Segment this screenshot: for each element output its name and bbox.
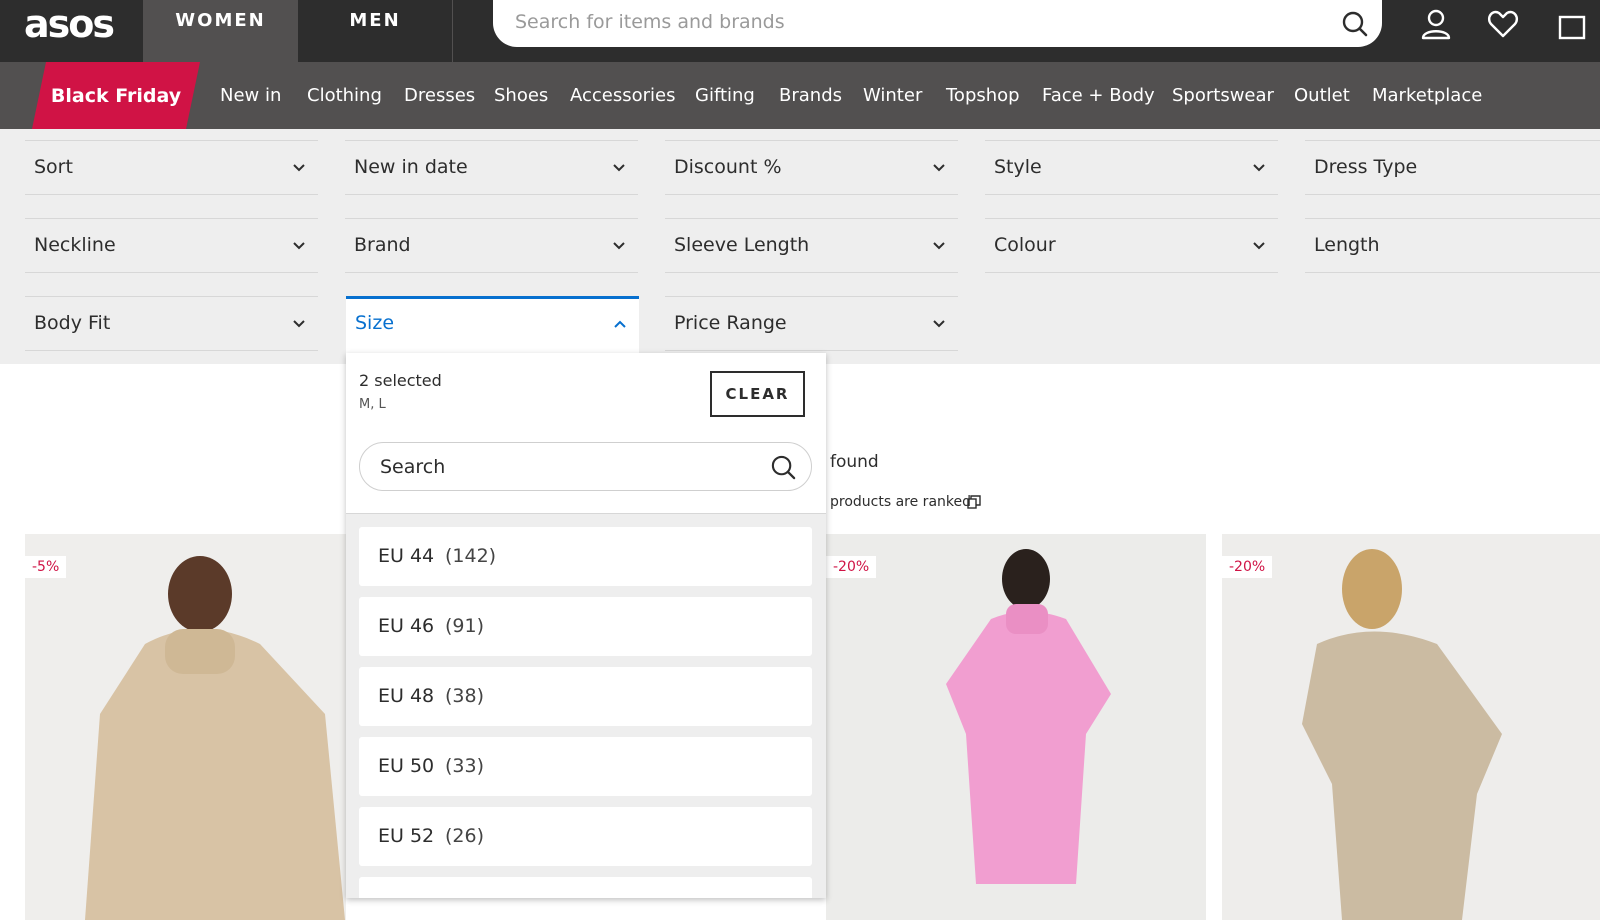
top-bar: asos WOMEN MEN	[0, 0, 1600, 62]
chevron-down-icon	[1253, 242, 1265, 250]
filter-label: Length	[1314, 234, 1380, 256]
chevron-down-icon	[293, 164, 305, 172]
nav-item-shoes[interactable]: Shoes	[494, 85, 548, 106]
nav-item-new-in[interactable]: New in	[220, 85, 281, 106]
account-icon[interactable]	[1420, 8, 1452, 40]
filter-sort[interactable]: Sort	[25, 140, 318, 195]
product-card[interactable]: -20%	[1222, 534, 1600, 920]
product-image	[85, 556, 345, 920]
filter-size[interactable]: Size	[346, 296, 639, 354]
filter-label: Discount %	[674, 156, 782, 178]
filter-body-fit[interactable]: Body Fit	[25, 296, 318, 351]
size-option-count: (38)	[445, 685, 485, 707]
filter-discount[interactable]: Discount %	[665, 140, 958, 195]
product-image	[946, 549, 1111, 884]
nav-item-sportswear[interactable]: Sportswear	[1172, 85, 1274, 106]
size-option[interactable]: EU 52 (26)	[359, 807, 812, 866]
filter-style[interactable]: Style	[985, 140, 1278, 195]
nav-item-face-body[interactable]: Face + Body	[1042, 85, 1155, 106]
nav-item-winter[interactable]: Winter	[863, 85, 922, 106]
selected-values: M, L	[359, 397, 386, 412]
filter-label: New in date	[354, 156, 468, 178]
nav-black-friday[interactable]: Black Friday	[32, 62, 200, 129]
results-found-text: found	[830, 452, 879, 472]
tab-women[interactable]: WOMEN	[143, 0, 298, 62]
size-option-label: EU 48	[378, 685, 435, 707]
filter-label: Price Range	[674, 312, 787, 334]
chevron-down-icon	[613, 242, 625, 250]
nav-item-clothing[interactable]: Clothing	[307, 85, 382, 106]
filter-label: Body Fit	[34, 312, 111, 334]
search-icon[interactable]	[1341, 10, 1369, 38]
size-option-count: (26)	[445, 825, 485, 847]
search-input[interactable]	[515, 6, 1315, 38]
filter-label: Size	[355, 312, 395, 334]
selected-count: 2 selected	[359, 371, 442, 390]
filter-sleeve-length[interactable]: Sleeve Length	[665, 218, 958, 273]
filter-label: Colour	[994, 234, 1056, 256]
search-icon[interactable]	[770, 454, 797, 481]
chevron-down-icon	[293, 242, 305, 250]
filter-label: Sleeve Length	[674, 234, 810, 256]
size-option-label: EU 46	[378, 615, 435, 637]
size-dropdown: 2 selected M, L CLEAR EU 44 (142) EU 46 …	[346, 353, 826, 898]
size-option-label: EU 50	[378, 755, 435, 777]
size-option-count: (33)	[445, 755, 485, 777]
size-dropdown-header: 2 selected M, L CLEAR	[346, 353, 826, 513]
filter-price-range[interactable]: Price Range	[665, 296, 958, 351]
filter-new-in-date[interactable]: New in date	[345, 140, 638, 195]
bag-icon[interactable]	[1556, 8, 1588, 40]
category-nav: Black Friday New in Clothing Dresses Sho…	[0, 62, 1600, 129]
filter-colour[interactable]: Colour	[985, 218, 1278, 273]
chevron-down-icon	[293, 320, 305, 328]
heart-icon[interactable]	[1487, 8, 1519, 40]
filter-length[interactable]: Length	[1305, 218, 1600, 273]
product-card[interactable]: -20%	[826, 534, 1206, 920]
filter-panel: Sort New in date Discount % Style Dress …	[0, 129, 1600, 364]
filter-label: Brand	[354, 234, 411, 256]
size-option[interactable]: EU 44 (142)	[359, 527, 812, 586]
tab-men[interactable]: MEN	[298, 0, 453, 62]
filter-dress-type[interactable]: Dress Type	[1305, 140, 1600, 195]
product-card[interactable]: -5%	[25, 534, 346, 920]
asos-logo[interactable]: asos	[24, 2, 115, 46]
chevron-down-icon	[1253, 164, 1265, 172]
size-option-count: (91)	[445, 615, 485, 637]
size-search-input[interactable]	[380, 453, 760, 481]
filter-brand[interactable]: Brand	[345, 218, 638, 273]
nav-item-marketplace[interactable]: Marketplace	[1372, 85, 1482, 106]
nav-item-accessories[interactable]: Accessories	[570, 85, 676, 106]
filter-label: Neckline	[34, 234, 116, 256]
filter-label: Style	[994, 156, 1042, 178]
nav-item-dresses[interactable]: Dresses	[404, 85, 475, 106]
chevron-down-icon	[933, 242, 945, 250]
size-option-label: EU 52	[378, 825, 435, 847]
ranking-info-link[interactable]: products are ranked	[830, 494, 971, 510]
chevron-up-icon	[614, 320, 626, 328]
chevron-down-icon	[933, 164, 945, 172]
size-option[interactable]: EU 50 (33)	[359, 737, 812, 796]
filter-label: Dress Type	[1314, 156, 1418, 178]
product-image	[1302, 549, 1502, 920]
clear-button[interactable]: CLEAR	[710, 371, 805, 417]
size-option-label: EU 44	[378, 545, 435, 567]
nav-item-gifting[interactable]: Gifting	[695, 85, 755, 106]
search-bar	[493, 0, 1382, 47]
size-option-count: (142)	[445, 545, 497, 567]
chevron-down-icon	[613, 164, 625, 172]
chevron-down-icon	[933, 320, 945, 328]
filter-label: Sort	[34, 156, 73, 178]
size-option[interactable]: EU 46 (91)	[359, 597, 812, 656]
size-option-partial[interactable]	[359, 877, 812, 898]
size-option[interactable]: EU 48 (38)	[359, 667, 812, 726]
filter-neckline[interactable]: Neckline	[25, 218, 318, 273]
nav-item-topshop[interactable]: Topshop	[946, 85, 1020, 106]
info-copy-icon[interactable]	[967, 495, 981, 509]
nav-item-brands[interactable]: Brands	[779, 85, 842, 106]
divider	[346, 513, 826, 514]
nav-item-outlet[interactable]: Outlet	[1294, 85, 1350, 106]
size-search-box	[359, 442, 812, 491]
